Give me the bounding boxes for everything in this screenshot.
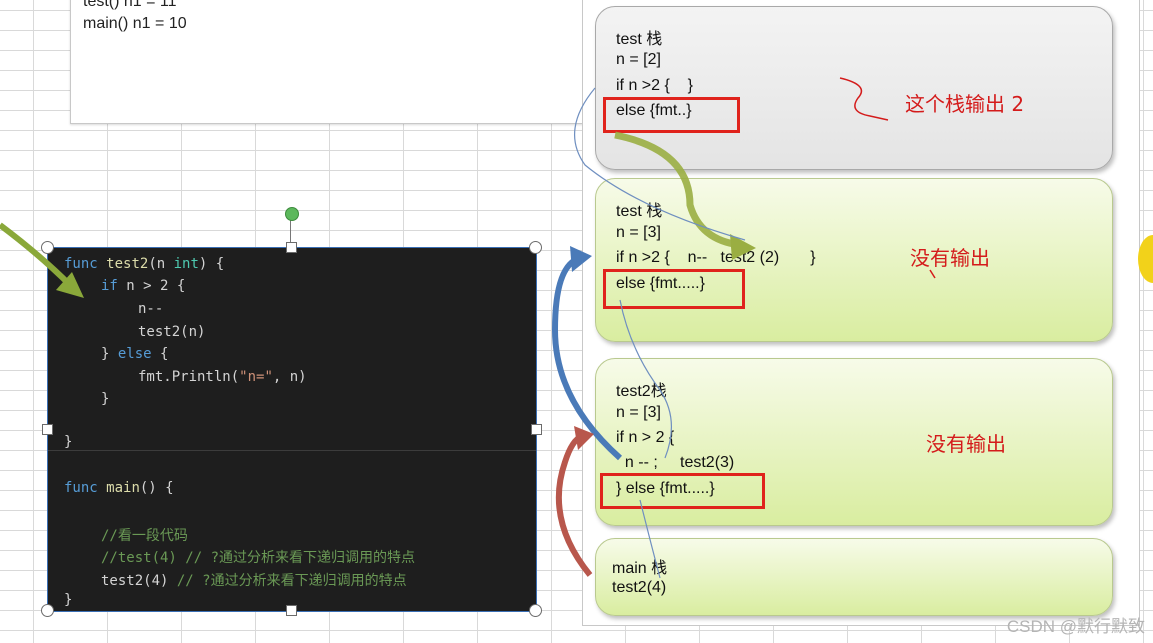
code-token: func [64,256,98,272]
annotation-note: 没有输出 [926,432,1006,456]
code-line: } [64,592,73,608]
stack-frame-main: main 栈 test2(4) [595,538,1113,616]
stack-line: if n >2 { } [616,77,693,94]
code-line: //test(4) // ?通过分析来看下递归调用的特点 [101,550,416,566]
code-token: test2 [106,256,149,272]
resize-handle[interactable] [529,241,542,254]
code-token: "n=" [239,369,273,385]
output-line: main() n1 = 10 [83,15,187,32]
resize-handle[interactable] [41,604,54,617]
rotate-handle[interactable] [285,207,299,221]
stack-diagram-panel: test 栈 n = [2] if n >2 { } else {fmt..} … [582,0,1140,626]
resize-handle[interactable] [286,242,297,253]
code-line: test2(4) // ?通过分析来看下递归调用的特点 [101,570,407,590]
code-line: fmt.Println("n=", n) [138,369,307,385]
code-token: int [173,256,199,272]
code-line: n-- [138,301,164,317]
stack-line: n = [3] [616,224,661,241]
stack-title: test 栈 [616,203,663,220]
code-token: (n [148,256,174,272]
code-line: } [64,434,73,450]
stack-title: test2栈 [616,383,667,400]
resize-handle[interactable] [529,604,542,617]
annotation-note: 没有输出 [910,246,990,270]
stack-frame-test-2: test 栈 n = [3] if n >2 { n-- test2 (2) }… [595,178,1113,342]
divider [48,450,536,451]
stack-line: n = [3] [616,404,661,421]
stack-title: test 栈 [616,31,663,48]
resize-handle[interactable] [286,605,297,616]
code-token: { [151,346,169,362]
highlight-else-box [603,97,740,133]
stack-line: n = [2] [616,51,661,68]
code-token: , n) [272,369,307,385]
stack-frame-test-1: test 栈 n = [2] if n >2 { } else {fmt..} [595,6,1113,170]
code-token: // ?通过分析来看下递归调用的特点 [168,573,407,589]
highlight-else-box [603,269,745,309]
code-line: if n > 2 { [101,278,185,294]
stack-line: test2(4) [612,579,667,596]
code-token: } [101,346,118,362]
code-token: else [117,346,152,362]
code-token: n > 2 { [117,278,186,294]
stack-line: n -- ; test2(3) [616,454,735,471]
code-line: test2(n) [138,324,206,340]
code-line: //看一段代码 [101,528,188,544]
code-token: test2(4) [101,573,169,589]
resize-handle[interactable] [42,424,53,435]
code-line: func main() { [64,480,174,496]
code-token: main [106,480,140,496]
stack-line: if n >2 { n-- test2 (2) } [616,249,816,266]
code-snippet[interactable]: func test2(n int) { if n > 2 { n-- test2… [47,247,537,612]
code-token: ) { [198,256,225,272]
stack-title: main 栈 [612,560,668,577]
watermark: CSDN @默行默致 [1006,617,1145,636]
output-line: test() n1 = 11 [83,0,177,10]
code-line: } [101,391,110,407]
code-line: } else { [101,346,168,362]
stack-line: if n > 2 { [616,429,675,446]
code-token: func [64,480,98,496]
highlight-else-box [600,473,765,509]
console-output-box: test() n1 = 11 main() n1 = 10 [70,0,602,124]
annotation-note: 这个栈输出 2 [905,92,1025,116]
code-token: () { [139,480,174,496]
resize-handle[interactable] [531,424,542,435]
code-token: if [101,278,118,294]
code-line: func test2(n int) { [64,256,224,272]
resize-handle[interactable] [41,241,54,254]
code-token: fmt.Println( [138,369,240,385]
